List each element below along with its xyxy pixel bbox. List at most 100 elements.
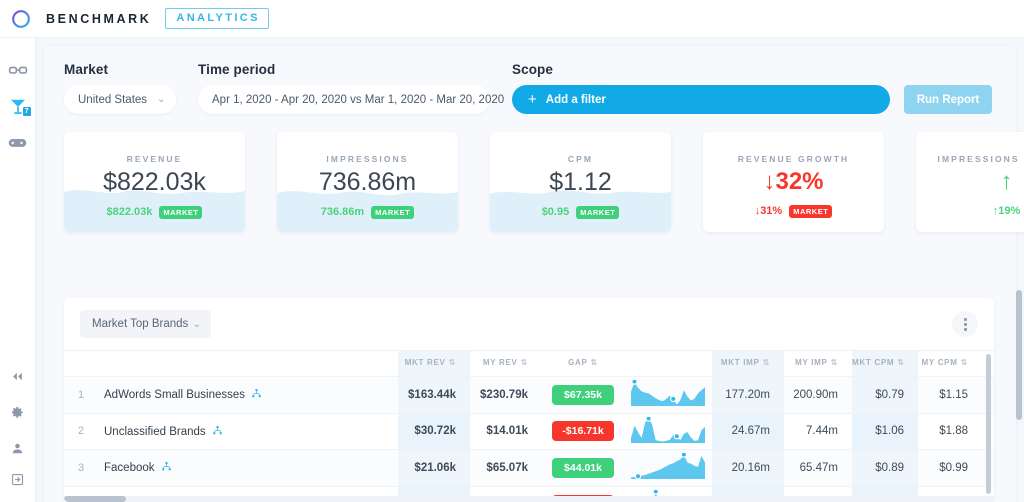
table-view-value: Market Top Brands [92,318,189,330]
table-toolbar: Market Top Brands ⌄ [64,298,994,350]
table-head: MKT REV ⇅ MY REV ⇅ GAP ⇅ MKT IMP ⇅ MY IM… [64,350,994,377]
glasses-icon [8,66,27,74]
th-brand [98,350,398,377]
th-rank [64,350,98,377]
kpi-card-impressions[interactable]: IMPRESSIONS 736.86m 736.86m MARKET [277,132,458,232]
brands-table: MKT REV ⇅ MY REV ⇅ GAP ⇅ MKT IMP ⇅ MY IM… [64,350,994,502]
th-label: MKT CPM [852,358,895,367]
main-area: Market United States ⌄ Time period Apr 1… [36,38,1024,502]
cell-mkt-imp: 177.20m [712,376,784,413]
page-scrollbar[interactable] [1016,290,1022,420]
add-filter-label: Add a filter [545,93,606,106]
double-chevron-left-icon [13,372,22,380]
th-gap[interactable]: GAP ⇅ [542,350,624,377]
app-root: BENCHMARK ANALYTICS 7 Market United Stat… [0,0,1024,502]
kpi-sub: ↑19% [993,205,1021,217]
brand-hierarchy-icon [252,389,261,398]
cell-brand[interactable]: AdWords Small Businesses [98,376,398,413]
th-mkt-rev[interactable]: MKT REV ⇅ [398,350,470,377]
brand-tag: ANALYTICS [165,8,269,29]
sort-icon: ⇅ [520,358,528,367]
sparkline-chart [631,378,705,407]
gear-icon [11,406,23,418]
run-report-button[interactable]: Run Report [904,85,992,114]
kpi-value: ↓32% [763,168,824,195]
cell-mkt-rev: $30.72k [398,412,470,450]
th-my-imp[interactable]: MY IMP ⇅ [784,350,852,377]
time-period-value: Apr 1, 2020 - Apr 20, 2020 vs Mar 1, 202… [212,93,505,106]
table-menu-button[interactable] [952,311,978,337]
kebab-dot [963,322,967,326]
kpi-sub-value: $822.03k [106,206,153,219]
scroll-thumb[interactable] [64,496,126,502]
cell-my-rev: $230.79k [470,376,542,413]
time-period-select[interactable]: Apr 1, 2020 - Apr 20, 2020 vs Mar 1, 202… [198,85,523,114]
gap-badge: $67.35k [552,384,614,405]
sort-icon: ⇅ [897,358,905,367]
circle-logo-icon[interactable] [10,8,32,30]
kpi-label: IMPRESSIONS GROWTH [937,154,1024,164]
top-bar: BENCHMARK ANALYTICS [0,0,1024,38]
th-sparkline [624,350,712,377]
table-header-row: MKT REV ⇅ MY REV ⇅ GAP ⇅ MKT IMP ⇅ MY IM… [64,350,994,377]
content-panel: Market United States ⌄ Time period Apr 1… [44,46,1024,502]
market-filter-group: Market United States ⌄ [64,62,176,114]
chevron-down-icon: ⌄ [157,94,166,105]
gap-badge: -$16.71k [552,421,614,442]
th-mkt-cpm[interactable]: MKT CPM ⇅ [852,350,918,377]
cell-my-cpm: $1.88 [918,412,982,450]
kpi-market-badge: MARKET [789,205,833,218]
kpi-card-impressions-growth[interactable]: IMPRESSIONS GROWTH ↑ ↑19% [916,132,1024,232]
sidebar-item-account[interactable] [0,430,36,466]
cell-mkt-cpm: $0.89 [852,449,918,486]
cell-brand[interactable]: Facebook [98,449,398,486]
th-label: MY IMP [795,358,828,367]
cell-sparkline [624,449,712,486]
market-select[interactable]: United States ⌄ [64,85,176,114]
kpi-card-cpm[interactable]: CPM $1.12 $0.95 MARKET [490,132,671,232]
kpi-sub: $0.95 MARKET [542,206,620,219]
th-mkt-imp[interactable]: MKT IMP ⇅ [712,350,784,377]
brand-name-text: AdWords Small Businesses [104,389,246,402]
chevron-down-icon: ⌄ [192,318,201,330]
person-icon [12,443,23,453]
table-row[interactable]: 3 Facebook $21.06k $65.07k $44.01k 20.16m 65.4… [64,449,994,486]
cell-my-imp: 65.47m [784,449,852,486]
table-row[interactable]: 2 Unclassified Brands $30.72k $14.01k -$16.7… [64,412,994,450]
time-period-filter-group: Time period Apr 1, 2020 - Apr 20, 2020 v… [198,62,523,114]
sidebar-item-glasses[interactable] [0,52,36,88]
sidebar-item-logout[interactable] [0,466,36,502]
cell-sparkline [624,412,712,450]
sidebar-item-collapse[interactable] [0,358,36,394]
cell-my-imp: 200.90m [784,376,852,413]
th-my-rev[interactable]: MY REV ⇅ [470,350,542,377]
kpi-card-revenue[interactable]: REVENUE $822.03k $822.03k MARKET [64,132,245,232]
sidebar-item-games[interactable] [0,124,36,160]
table-horizontal-scrollbar[interactable] [64,496,994,502]
add-filter-button[interactable]: + Add a filter [512,85,890,114]
cell-mkt-rev: $21.06k [398,449,470,486]
th-label: MY REV [482,358,518,367]
cell-mkt-imp: 20.16m [712,449,784,486]
kpi-sub: 736.86m MARKET [321,206,415,219]
brand-hierarchy-icon [212,425,222,435]
sidebar-item-analytics[interactable]: 7 [0,88,36,124]
market-label: Market [64,62,109,77]
kpi-card-revenue-growth[interactable]: REVENUE GROWTH ↓32% ↓31% MARKET [703,132,884,232]
time-period-label: Time period [198,62,276,77]
sort-icon: ⇅ [590,358,598,367]
kpi-value: $822.03k [103,168,206,196]
th-my-cpm[interactable]: MY CPM ⇅ [918,350,982,377]
sidebar-item-settings[interactable] [0,394,36,430]
table-vertical-scrollbar[interactable] [986,354,991,494]
kebab-dot [963,327,967,331]
table-row[interactable]: 1 AdWords Small Businesses $163.44k $230.79… [64,376,994,413]
table-view-select[interactable]: Market Top Brands ⌄ [80,310,211,338]
sidebar: 7 [0,38,36,502]
sparkline-chart [631,451,705,480]
scope-row: + Add a filter Run Report [512,85,996,114]
cell-brand[interactable]: Unclassified Brands [98,412,398,450]
sort-icon: ⇅ [762,358,770,367]
cell-my-cpm: $0.99 [918,449,982,486]
filter-bar: Market United States ⌄ Time period Apr 1… [44,46,1016,114]
